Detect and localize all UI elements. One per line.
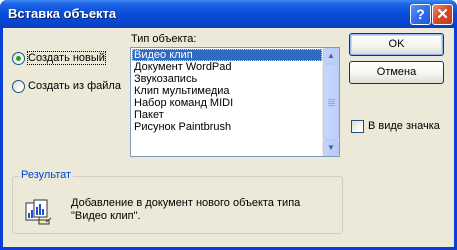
arrow-down-icon[interactable]: ▼ xyxy=(323,140,339,156)
list-scrollbar[interactable]: ▲ ▼ xyxy=(322,48,339,156)
insert-object-icon xyxy=(25,199,52,225)
title-bar[interactable]: Вставка объекта ? ✕ xyxy=(0,0,457,28)
create-new-radio[interactable] xyxy=(12,52,25,65)
create-new-label[interactable]: Создать новый xyxy=(27,51,106,65)
result-description: Добавление в документ нового объекта тип… xyxy=(71,197,331,223)
object-type-item[interactable]: Набор команд MIDI xyxy=(132,97,322,109)
object-type-item[interactable]: Звукозапись xyxy=(132,73,322,85)
object-type-label: Тип объекта: xyxy=(131,33,197,45)
create-from-file-label[interactable]: Создать из файла xyxy=(28,80,121,92)
window-title: Вставка объекта xyxy=(8,6,117,21)
arrow-up-icon[interactable]: ▲ xyxy=(323,48,339,64)
scroll-thumb[interactable] xyxy=(323,64,339,140)
object-type-item[interactable]: Рисунок Paintbrush xyxy=(132,121,322,133)
display-as-icon-checkbox[interactable] xyxy=(351,120,364,133)
close-icon[interactable]: ✕ xyxy=(432,4,453,25)
thumb-grip xyxy=(328,105,335,106)
help-icon[interactable]: ? xyxy=(410,4,431,25)
thumb-grip xyxy=(328,103,335,104)
object-type-list[interactable]: Видео клип Документ WordPad Звукозапись Кли… xyxy=(130,47,340,157)
result-group: Результат Добавление в документ нового о… xyxy=(12,169,343,234)
create-from-file-radio[interactable] xyxy=(12,80,25,93)
thumb-grip xyxy=(328,99,335,100)
display-as-icon-label[interactable]: В виде значка xyxy=(368,120,440,132)
cancel-button[interactable]: Отмена xyxy=(349,61,444,84)
object-type-item[interactable]: Клип мультимедиа xyxy=(132,85,322,97)
result-line-2: "Видео клип". xyxy=(71,210,141,222)
result-line-1: Добавление в документ нового объекта тип… xyxy=(71,197,301,209)
object-type-item[interactable]: Видео клип xyxy=(132,49,322,61)
object-type-items: Видео клип Документ WordPad Звукозапись Кли… xyxy=(132,49,322,133)
dialog-body: Создать новый Создать из файла Тип объек… xyxy=(3,28,454,247)
ok-button[interactable]: OK xyxy=(349,33,444,56)
result-title: Результат xyxy=(19,169,74,181)
object-type-item[interactable]: Документ WordPad xyxy=(132,61,322,73)
radio-selected-dot xyxy=(16,56,21,61)
thumb-grip xyxy=(328,101,335,102)
insert-object-dialog: Вставка объекта ? ✕ Создать новый Создат… xyxy=(0,0,457,250)
object-type-item[interactable]: Пакет xyxy=(132,109,322,121)
